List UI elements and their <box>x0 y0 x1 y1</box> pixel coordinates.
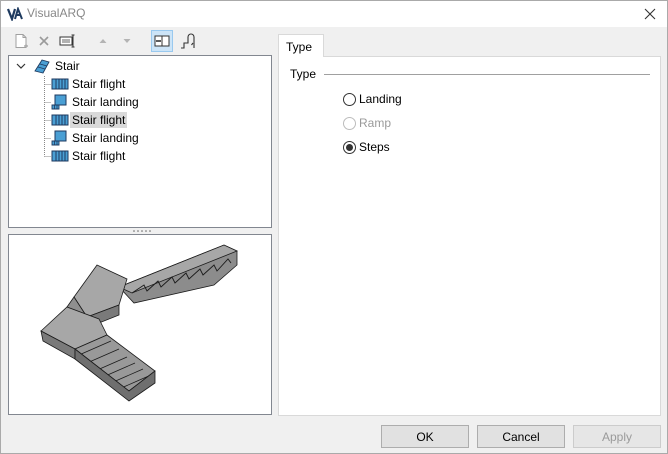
new-item-button[interactable] <box>10 30 32 52</box>
tree-item-label: Stair landing <box>72 95 139 109</box>
rename-icon <box>59 34 75 48</box>
stair-preview[interactable] <box>8 234 272 415</box>
radio-selected-dot <box>346 143 353 151</box>
close-button[interactable] <box>639 3 661 25</box>
radio-steps[interactable]: Steps <box>343 139 390 155</box>
stair-profile-icon <box>181 33 195 49</box>
apply-button[interactable]: Apply <box>573 425 661 448</box>
tree-root-label: Stair <box>55 59 80 73</box>
dialog-window: VisualARQ Stair Stair flight Stair landi… <box>0 0 668 454</box>
split-view-icon <box>154 35 170 47</box>
tree-item-stair[interactable]: Stair <box>15 57 82 75</box>
stair-flight-icon <box>51 150 69 162</box>
tree-item-stair-flight-1[interactable]: Stair flight <box>51 75 127 93</box>
move-down-button[interactable] <box>116 30 138 52</box>
radio-steps-label: Steps <box>359 140 390 154</box>
cancel-button[interactable]: Cancel <box>477 425 565 448</box>
window-title: VisualARQ <box>27 6 86 20</box>
chevron-down-icon[interactable] <box>15 60 27 72</box>
delete-item-button[interactable] <box>33 30 55 52</box>
splitter-handle[interactable] <box>131 229 151 233</box>
tree-item-stair-landing-2[interactable]: Stair landing <box>51 129 141 147</box>
tree-item-stair-flight-2[interactable]: Stair flight <box>51 111 128 129</box>
stair-3d-preview-image <box>40 244 239 402</box>
radio-landing-circle[interactable] <box>343 92 356 106</box>
new-document-icon <box>15 34 28 48</box>
stair-landing-icon <box>51 130 67 146</box>
rename-item-button[interactable] <box>57 30 79 52</box>
preview-toggle-button[interactable] <box>151 30 173 52</box>
tab-type-label: Type <box>286 40 313 54</box>
tree-item-label-selected: Stair flight <box>70 112 128 128</box>
close-icon <box>644 8 656 20</box>
radio-ramp-label: Ramp <box>359 116 392 130</box>
stair-flight-icon <box>51 78 69 90</box>
arrow-down-icon <box>123 39 131 43</box>
title-bar[interactable]: VisualARQ <box>1 1 667 27</box>
tree-item-label: Stair flight <box>72 149 126 163</box>
tab-type[interactable]: Type <box>278 34 324 57</box>
tree-item-stair-flight-3[interactable]: Stair flight <box>51 147 127 165</box>
radio-landing-label: Landing <box>359 92 402 106</box>
group-divider <box>324 74 650 75</box>
profile-button[interactable] <box>177 30 199 52</box>
tree-item-label: Stair landing <box>72 131 139 145</box>
stair-flight-icon <box>51 114 69 126</box>
radio-ramp[interactable]: Ramp <box>343 115 391 131</box>
delete-x-icon <box>39 36 49 46</box>
ok-button[interactable]: OK <box>381 425 469 448</box>
stair-tree[interactable]: Stair Stair flight Stair landing Stair f… <box>8 55 272 228</box>
move-up-button[interactable] <box>92 30 114 52</box>
radio-landing[interactable]: Landing <box>343 91 402 107</box>
radio-ramp-circle[interactable] <box>343 116 356 130</box>
radio-steps-circle[interactable] <box>343 140 356 154</box>
tree-item-stair-landing-1[interactable]: Stair landing <box>51 93 141 111</box>
stair-icon <box>34 59 50 74</box>
stair-landing-icon <box>51 94 67 110</box>
tree-item-label: Stair flight <box>72 77 126 91</box>
visualarq-logo-icon <box>7 7 23 21</box>
tab-type-panel: Type Landing Ramp Steps <box>278 56 661 416</box>
arrow-up-icon <box>99 39 107 43</box>
group-type-label: Type <box>290 67 320 81</box>
